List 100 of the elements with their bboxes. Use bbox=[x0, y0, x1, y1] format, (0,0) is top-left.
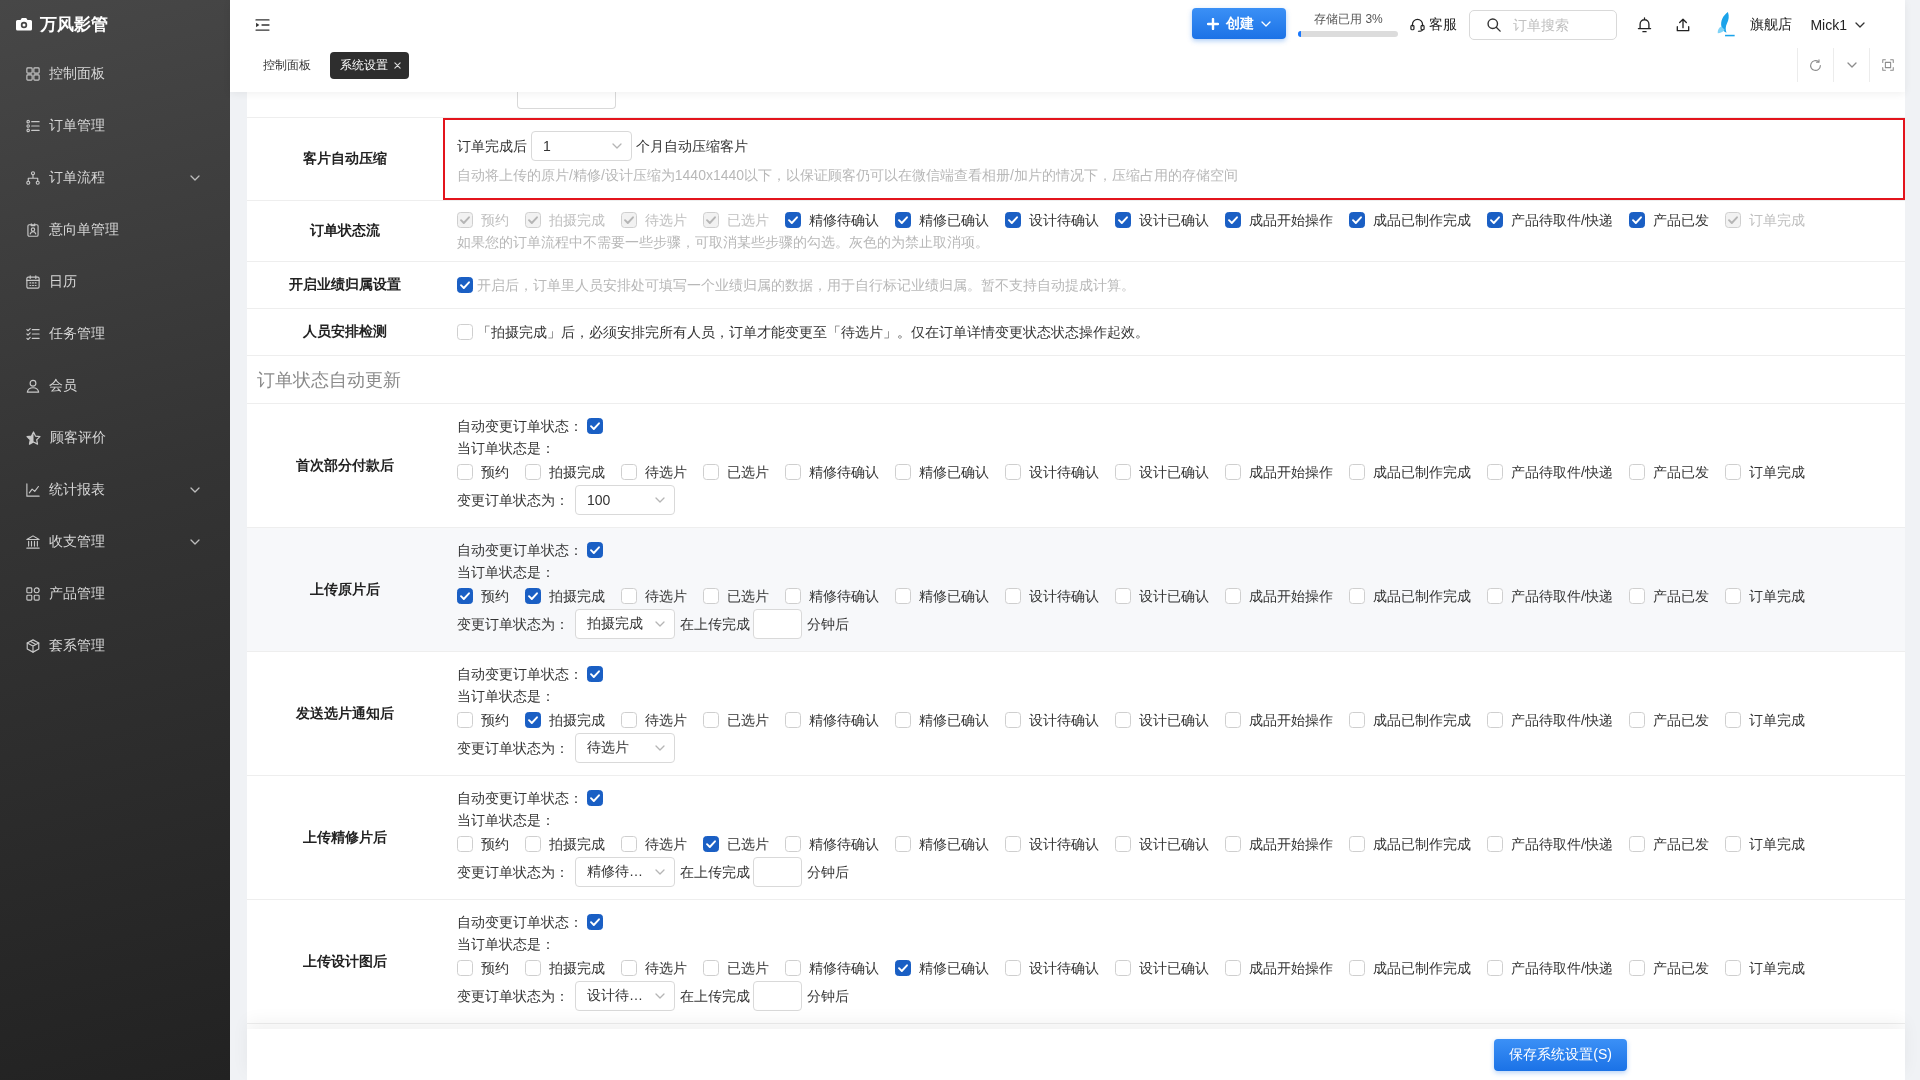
checkbox-label: 拍摄完成 bbox=[548, 835, 606, 854]
checkbox-label: 预约 bbox=[480, 587, 510, 606]
nav-item[interactable]: 日历 bbox=[0, 256, 230, 308]
field-label: 自动变更订单状态： bbox=[457, 541, 583, 560]
checkbox[interactable] bbox=[1628, 212, 1645, 228]
checkbox-label: 设计已确认 bbox=[1138, 711, 1210, 730]
nav-item[interactable]: 套系管理 bbox=[0, 620, 230, 672]
checkbox-label: 产品已发 bbox=[1651, 711, 1710, 730]
chevron-down-icon[interactable] bbox=[1846, 62, 1857, 68]
checkbox[interactable] bbox=[895, 960, 911, 976]
checkbox-label: 已选片 bbox=[726, 211, 770, 230]
checkbox-label: 预约 bbox=[480, 711, 510, 730]
star-icon bbox=[26, 430, 41, 446]
field-label: 在上传完成 bbox=[680, 987, 750, 1006]
setting-label: 客片自动压缩 bbox=[303, 150, 387, 168]
nav-item[interactable]: 收支管理 bbox=[0, 516, 230, 568]
nav-item[interactable]: 会员 bbox=[0, 360, 230, 412]
checkbox-label: 成品已制作完成 bbox=[1372, 587, 1472, 606]
checkbox-label: 预约 bbox=[480, 835, 510, 854]
nav-item[interactable]: 顾客评价 bbox=[0, 412, 230, 464]
rule-label: 上传设计图后 bbox=[303, 952, 387, 971]
checkbox[interactable] bbox=[457, 277, 473, 293]
checkbox[interactable] bbox=[525, 588, 541, 604]
nav-item[interactable]: 意向单管理 bbox=[0, 204, 230, 256]
search-field[interactable]: 订单搜索 bbox=[1469, 9, 1618, 40]
close-icon[interactable] bbox=[394, 61, 401, 69]
checkbox[interactable] bbox=[1005, 212, 1021, 228]
checkbox[interactable] bbox=[1487, 212, 1503, 228]
nav-item[interactable]: 订单管理 bbox=[0, 100, 230, 152]
nav-item[interactable]: 产品管理 bbox=[0, 568, 230, 620]
tab[interactable]: 系统设置 bbox=[330, 51, 409, 79]
checkbox[interactable] bbox=[587, 790, 603, 806]
select-field[interactable]: 100 bbox=[575, 485, 675, 515]
field-label: 当订单状态是： bbox=[457, 687, 555, 706]
chevron-down-icon bbox=[655, 869, 665, 875]
reload-icon[interactable] bbox=[1809, 58, 1822, 72]
chevron-down-icon bbox=[655, 497, 665, 503]
minutes-input[interactable] bbox=[753, 609, 802, 639]
checkbox-label: 已选片 bbox=[726, 463, 770, 482]
checkbox[interactable] bbox=[703, 836, 719, 852]
checkbox[interactable] bbox=[587, 418, 603, 434]
list-icon bbox=[26, 119, 40, 133]
field-label: 变更订单状态为： bbox=[457, 987, 569, 1006]
hierarchy-icon bbox=[26, 171, 40, 185]
headset-icon bbox=[1410, 17, 1426, 32]
checkbox[interactable] bbox=[1349, 212, 1365, 228]
checkbox[interactable] bbox=[1115, 212, 1131, 228]
checkbox[interactable] bbox=[895, 212, 911, 228]
checkbox[interactable] bbox=[1225, 212, 1241, 228]
field-label: 订单完成后 bbox=[457, 137, 527, 156]
create-button[interactable]: 创建 bbox=[1192, 8, 1287, 39]
camera-icon bbox=[16, 17, 32, 31]
checkbox-label: 待选片 bbox=[644, 711, 688, 730]
checkbox-label: 设计已确认 bbox=[1138, 587, 1210, 606]
save-button[interactable]: 保存系统设置(S) bbox=[1494, 1038, 1627, 1071]
field-label: 变更订单状态为： bbox=[457, 615, 569, 634]
bell-icon[interactable] bbox=[1637, 16, 1653, 33]
checkbox[interactable] bbox=[785, 212, 801, 228]
checkbox-label: 订单完成 bbox=[1747, 959, 1806, 978]
select-field[interactable]: 拍摄完成 bbox=[575, 609, 675, 639]
checkbox[interactable] bbox=[457, 588, 473, 604]
checkbox-label: 精修已确认 bbox=[918, 959, 990, 978]
rule-label: 首次部分付款后 bbox=[296, 456, 394, 475]
tab[interactable]: 控制面板 bbox=[257, 51, 317, 79]
nav-item[interactable]: 控制面板 bbox=[0, 48, 230, 100]
nav-item[interactable]: 任务管理 bbox=[0, 308, 230, 360]
checkbox-label: 产品待取件/快递 bbox=[1510, 711, 1614, 730]
chevron-down-icon bbox=[655, 993, 665, 999]
calendar-icon bbox=[26, 275, 40, 289]
checkbox[interactable] bbox=[587, 666, 603, 682]
checkbox-label: 设计已确认 bbox=[1138, 463, 1210, 482]
select-field[interactable]: 精修待… bbox=[575, 857, 675, 887]
nav-item[interactable]: 统计报表 bbox=[0, 464, 230, 516]
checkbox-label: 拍摄完成 bbox=[548, 711, 606, 730]
checkbox-label: 产品已发 bbox=[1651, 835, 1710, 854]
field-label: 个月自动压缩客片 bbox=[636, 137, 748, 156]
checkbox-label: 待选片 bbox=[644, 587, 688, 606]
field-label: 分钟后 bbox=[807, 615, 849, 634]
checkbox[interactable] bbox=[587, 914, 603, 930]
checkbox[interactable] bbox=[587, 542, 603, 558]
nav-item[interactable]: 订单流程 bbox=[0, 152, 230, 204]
checkbox-label: 订单完成 bbox=[1747, 835, 1806, 854]
minutes-input[interactable] bbox=[753, 981, 802, 1011]
menu-fold-icon[interactable] bbox=[255, 18, 270, 31]
select-field[interactable]: 1 bbox=[531, 131, 632, 161]
checkbox-label: 成品已制作完成 bbox=[1372, 711, 1472, 730]
field-label: 当订单状态是： bbox=[457, 563, 555, 582]
select-field[interactable]: 设计待… bbox=[575, 981, 675, 1011]
select-field[interactable] bbox=[517, 92, 616, 109]
minutes-input[interactable] bbox=[753, 857, 802, 887]
select-field[interactable]: 待选片 bbox=[575, 733, 675, 763]
field-label: 变更订单状态为： bbox=[457, 739, 569, 758]
checkbox-label: 拍摄完成 bbox=[548, 211, 606, 230]
support-link[interactable]: 客服 bbox=[1410, 15, 1458, 34]
field-label: 在上传完成 bbox=[680, 615, 750, 634]
fullscreen-icon[interactable] bbox=[1881, 59, 1894, 71]
checkbox-label: 设计已确认 bbox=[1138, 211, 1210, 230]
upload-icon[interactable] bbox=[1676, 17, 1691, 32]
user-menu[interactable]: Mick1 bbox=[1810, 16, 1865, 33]
checkbox[interactable] bbox=[525, 712, 541, 728]
